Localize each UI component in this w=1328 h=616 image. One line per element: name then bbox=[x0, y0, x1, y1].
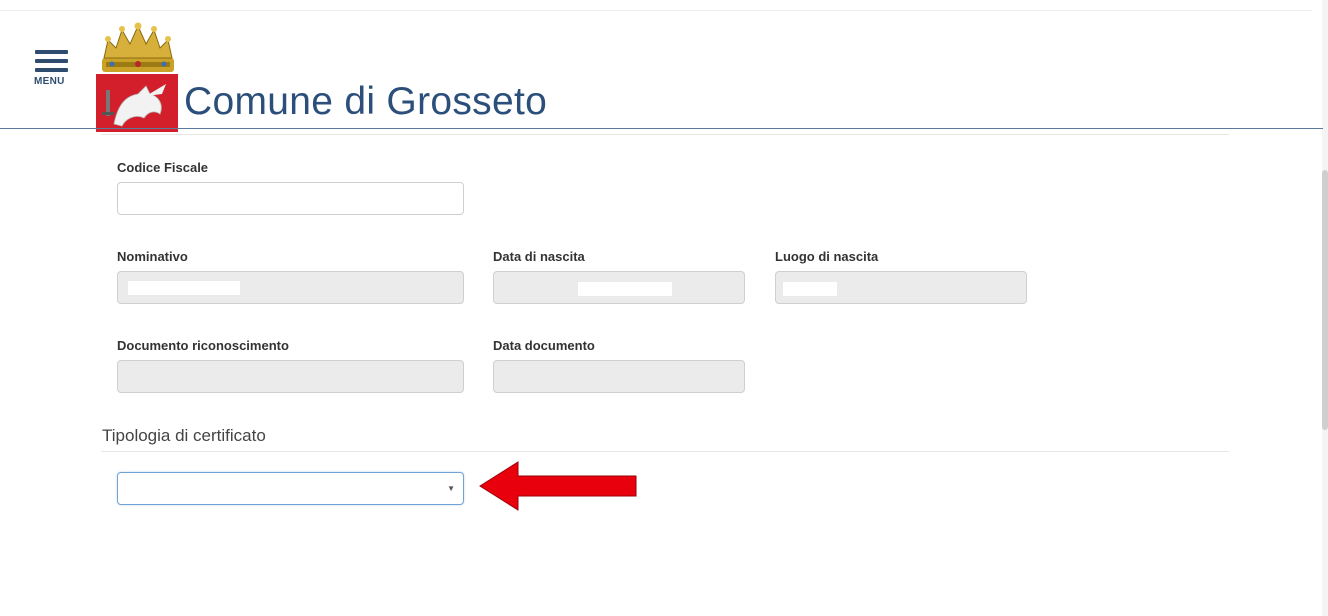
hamburger-icon-bar bbox=[35, 59, 68, 63]
city-shield-logo bbox=[96, 74, 178, 132]
nominativo-label: Nominativo bbox=[117, 249, 188, 264]
documento-field[interactable] bbox=[117, 360, 464, 393]
documento-label: Documento riconoscimento bbox=[117, 338, 289, 353]
data-documento-field[interactable] bbox=[493, 360, 745, 393]
dropdown-caret-icon: ▼ bbox=[447, 484, 455, 493]
redaction-mask bbox=[128, 281, 240, 295]
section-divider bbox=[101, 134, 1229, 135]
redaction-mask bbox=[578, 282, 672, 296]
red-arrow-icon bbox=[479, 461, 637, 511]
section-divider bbox=[101, 451, 1229, 452]
menu-button[interactable]: MENU bbox=[34, 46, 72, 96]
crown-icon bbox=[102, 22, 174, 72]
data-documento-label: Data documento bbox=[493, 338, 595, 353]
hamburger-icon bbox=[35, 50, 68, 54]
top-divider bbox=[0, 10, 1312, 11]
redaction-mask bbox=[783, 282, 837, 296]
header-divider bbox=[0, 128, 1323, 129]
menu-label: MENU bbox=[34, 76, 65, 87]
scrollbar-thumb[interactable] bbox=[1322, 170, 1328, 430]
hamburger-icon-bar bbox=[35, 68, 68, 72]
data-nascita-label: Data di nascita bbox=[493, 249, 585, 264]
certificate-type-heading: Tipologia di certificato bbox=[102, 426, 266, 445]
luogo-nascita-label: Luogo di nascita bbox=[775, 249, 879, 264]
codice-fiscale-label: Codice Fiscale bbox=[117, 160, 209, 175]
certificate-type-select[interactable]: ▼ bbox=[117, 472, 464, 505]
site-title: Comune di Grosseto bbox=[184, 80, 548, 123]
codice-fiscale-input[interactable] bbox=[117, 182, 464, 215]
scrollbar[interactable] bbox=[1322, 0, 1328, 616]
